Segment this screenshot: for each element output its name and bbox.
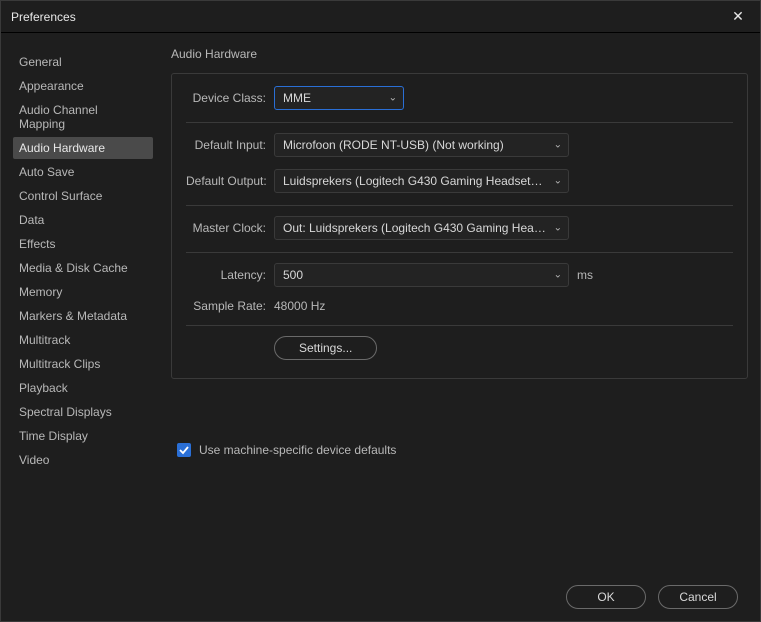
machine-defaults-row: Use machine-specific device defaults <box>177 443 748 457</box>
default-output-label: Default Output: <box>186 174 266 188</box>
latency-select[interactable]: 500 ⌄ <box>274 263 569 287</box>
master-clock-select[interactable]: Out: Luidsprekers (Logitech G430 Gaming … <box>274 216 569 240</box>
sidebar-item-control-surface[interactable]: Control Surface <box>13 185 153 207</box>
sidebar-item-playback[interactable]: Playback <box>13 377 153 399</box>
divider <box>186 122 733 123</box>
sidebar-item-appearance[interactable]: Appearance <box>13 75 153 97</box>
divider <box>186 252 733 253</box>
sample-rate-label: Sample Rate: <box>186 299 266 313</box>
dialog-footer: OK Cancel <box>1 573 760 621</box>
section-heading: Audio Hardware <box>171 47 748 61</box>
chevron-down-icon: ⌄ <box>554 270 562 281</box>
sidebar-item-audio-channel-mapping[interactable]: Audio Channel Mapping <box>13 99 153 135</box>
sample-rate-value: 48000 Hz <box>274 299 325 313</box>
default-output-value: Luidsprekers (Logitech G430 Gaming Heads… <box>283 174 546 188</box>
settings-panel: Device Class: MME ⌄ Default Input: Micro… <box>171 73 748 379</box>
master-clock-label: Master Clock: <box>186 221 266 235</box>
machine-defaults-checkbox[interactable] <box>177 443 191 457</box>
machine-defaults-label: Use machine-specific device defaults <box>199 443 396 457</box>
device-class-select[interactable]: MME ⌄ <box>274 86 404 110</box>
chevron-down-icon: ⌄ <box>554 223 562 234</box>
preferences-dialog: Preferences ✕ General Appearance Audio C… <box>0 0 761 622</box>
sidebar-item-auto-save[interactable]: Auto Save <box>13 161 153 183</box>
sidebar-item-video[interactable]: Video <box>13 449 153 471</box>
master-clock-value: Out: Luidsprekers (Logitech G430 Gaming … <box>283 221 546 235</box>
titlebar: Preferences ✕ <box>1 1 760 33</box>
sidebar-item-effects[interactable]: Effects <box>13 233 153 255</box>
category-sidebar: General Appearance Audio Channel Mapping… <box>13 47 153 569</box>
divider <box>186 325 733 326</box>
sidebar-item-general[interactable]: General <box>13 51 153 73</box>
sidebar-item-markers-metadata[interactable]: Markers & Metadata <box>13 305 153 327</box>
chevron-down-icon: ⌄ <box>554 176 562 187</box>
latency-unit: ms <box>577 268 593 282</box>
sidebar-item-multitrack-clips[interactable]: Multitrack Clips <box>13 353 153 375</box>
check-icon <box>179 445 189 455</box>
divider <box>186 205 733 206</box>
sidebar-item-media-disk-cache[interactable]: Media & Disk Cache <box>13 257 153 279</box>
default-input-label: Default Input: <box>186 138 266 152</box>
sidebar-item-data[interactable]: Data <box>13 209 153 231</box>
chevron-down-icon: ⌄ <box>389 93 397 104</box>
chevron-down-icon: ⌄ <box>554 140 562 151</box>
ok-button[interactable]: OK <box>566 585 646 609</box>
close-icon[interactable]: ✕ <box>726 8 750 25</box>
default-output-select[interactable]: Luidsprekers (Logitech G430 Gaming Heads… <box>274 169 569 193</box>
default-input-select[interactable]: Microfoon (RODE NT-USB) (Not working) ⌄ <box>274 133 569 157</box>
latency-label: Latency: <box>186 268 266 282</box>
cancel-button[interactable]: Cancel <box>658 585 738 609</box>
sidebar-item-audio-hardware[interactable]: Audio Hardware <box>13 137 153 159</box>
default-input-value: Microfoon (RODE NT-USB) (Not working) <box>283 138 504 152</box>
sidebar-item-time-display[interactable]: Time Display <box>13 425 153 447</box>
sidebar-item-spectral-displays[interactable]: Spectral Displays <box>13 401 153 423</box>
sidebar-item-memory[interactable]: Memory <box>13 281 153 303</box>
latency-value: 500 <box>283 268 303 282</box>
window-title: Preferences <box>11 10 726 24</box>
device-class-value: MME <box>283 91 311 105</box>
settings-button[interactable]: Settings... <box>274 336 377 360</box>
device-class-label: Device Class: <box>186 91 266 105</box>
sidebar-item-multitrack[interactable]: Multitrack <box>13 329 153 351</box>
